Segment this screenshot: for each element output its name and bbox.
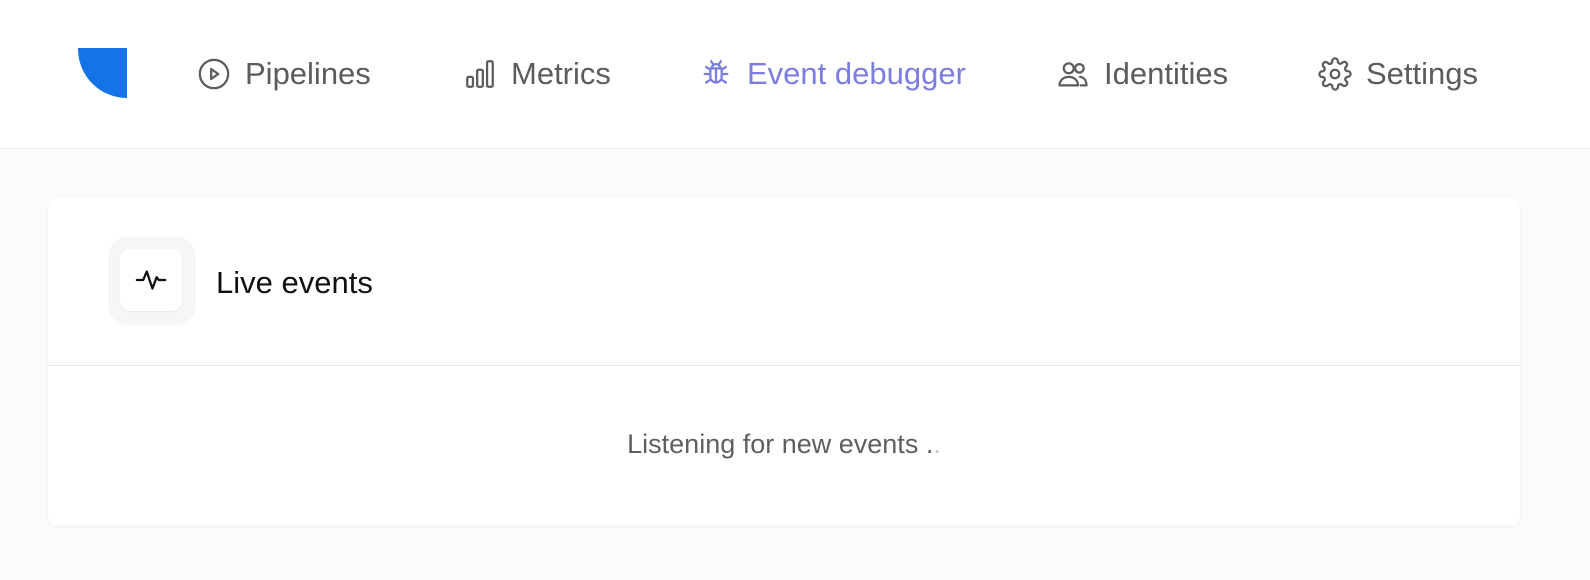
play-circle-icon <box>197 57 231 91</box>
card-title: Live events <box>216 265 373 300</box>
listening-status-text: Listening for new events . <box>627 429 934 459</box>
users-icon <box>1056 57 1090 91</box>
bug-icon <box>699 57 733 91</box>
nav-item-label: Pipelines <box>245 56 371 91</box>
nav-item-metrics[interactable]: Metrics <box>463 52 611 96</box>
nav-item-identities[interactable]: Identities <box>1056 52 1228 96</box>
app-logo[interactable] <box>78 48 127 98</box>
nav-item-label: Settings <box>1366 56 1479 91</box>
nav-item-label: Event debugger <box>747 56 966 91</box>
card-header: Live events <box>48 197 1520 366</box>
top-navigation: Pipelines Metrics Event debugger Identit… <box>0 0 1590 149</box>
gear-icon <box>1318 57 1352 91</box>
listening-status: Listening for new events .. <box>48 429 1520 460</box>
loading-dot: . <box>933 429 941 459</box>
activity-icon <box>135 270 167 290</box>
card-icon-container <box>108 237 196 325</box>
nav-item-pipelines[interactable]: Pipelines <box>197 52 371 96</box>
nav-item-label: Identities <box>1104 56 1229 91</box>
activity-icon-box <box>120 249 182 311</box>
nav-item-event-debugger[interactable]: Event debugger <box>699 52 966 96</box>
live-events-card: Live events Listening for new events .. <box>48 197 1520 526</box>
bar-chart-icon <box>463 57 497 91</box>
nav-item-settings[interactable]: Settings <box>1318 52 1478 96</box>
nav-item-label: Metrics <box>511 56 611 91</box>
